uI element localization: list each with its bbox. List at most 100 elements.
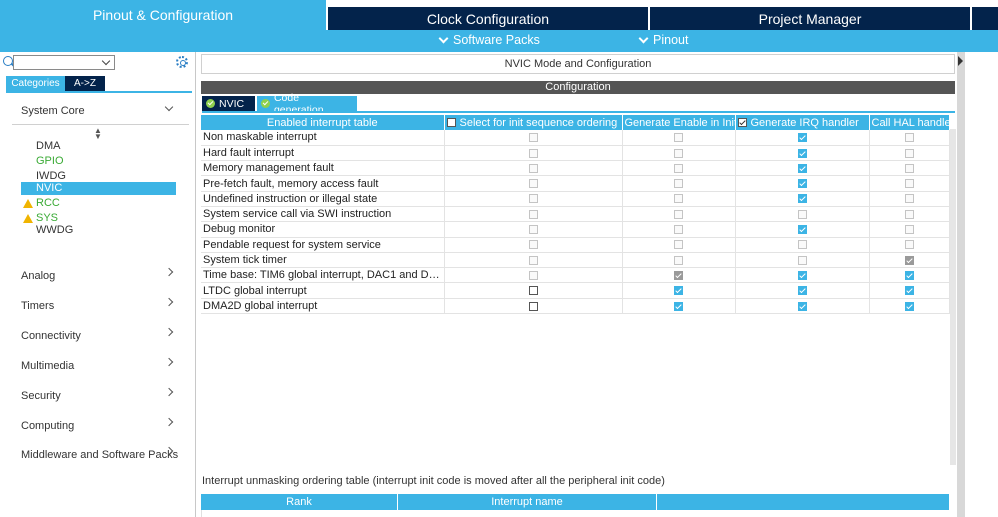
table-cell: [735, 175, 870, 192]
sort-icon[interactable]: ▲ ▼: [94, 127, 102, 141]
tab-extra[interactable]: [972, 7, 998, 30]
peripheral-item-dma[interactable]: DMA: [21, 140, 176, 153]
category-computing[interactable]: Computing: [21, 420, 74, 432]
table-cell: [735, 130, 870, 146]
table-row[interactable]: DMA2D global interrupt: [201, 298, 950, 315]
search-icon[interactable]: [3, 56, 13, 66]
interrupt-name: DMA2D global interrupt: [201, 298, 445, 315]
col-generate-enable[interactable]: Generate Enable in Init: [622, 115, 736, 130]
category-timers[interactable]: Timers: [21, 300, 54, 312]
generate-irq-checkbox[interactable]: [797, 270, 807, 280]
tab-nvic[interactable]: NVIC: [202, 96, 255, 111]
tab-project-manager[interactable]: Project Manager: [650, 7, 970, 30]
generate-irq-checkbox[interactable]: [797, 163, 807, 173]
col-rank[interactable]: Rank: [201, 494, 398, 510]
generate-irq-checkbox[interactable]: [797, 301, 807, 311]
chevron-down-icon[interactable]: [101, 57, 112, 68]
table-row[interactable]: Pre-fetch fault, memory access fault: [201, 175, 950, 192]
generate-irq-checkbox[interactable]: [797, 286, 807, 296]
table-cell: [444, 206, 623, 223]
table-row[interactable]: Pendable request for system service: [201, 237, 950, 253]
table-row[interactable]: Hard fault interrupt: [201, 145, 950, 162]
category-connectivity[interactable]: Connectivity: [21, 330, 81, 342]
chevron-right-icon[interactable]: [164, 297, 174, 307]
chevron-right-icon[interactable]: [164, 387, 174, 397]
table-cell: [869, 191, 950, 207]
vertical-scrollbar[interactable]: [950, 129, 956, 465]
peripheral-item-wwdg[interactable]: WWDG: [21, 224, 176, 237]
table-row[interactable]: Time base: TIM6 global interrupt, DAC1 a…: [201, 267, 950, 284]
config-tabs: NVIC Code generation: [202, 92, 357, 116]
collapse-arrow-icon[interactable]: [958, 56, 963, 66]
generate-enable-checkbox: [674, 148, 683, 158]
call-hal-checkbox[interactable]: [904, 286, 914, 296]
category-tabs: Categories A->Z: [6, 76, 105, 91]
tab-clock-configuration[interactable]: Clock Configuration: [328, 7, 648, 30]
peripheral-label: IWDG: [36, 170, 66, 182]
category-security[interactable]: Security: [21, 390, 61, 402]
chevron-right-icon[interactable]: [164, 357, 174, 367]
table-row[interactable]: System service call via SWI instruction: [201, 206, 950, 223]
chevron-down-icon[interactable]: [164, 102, 174, 112]
tab-pinout-configuration[interactable]: Pinout & Configuration: [0, 0, 326, 30]
gear-icon[interactable]: [176, 56, 188, 68]
table-cell: [869, 298, 950, 315]
table-row[interactable]: Undefined instruction or illegal state: [201, 191, 950, 207]
select-init-checkbox[interactable]: [528, 301, 538, 311]
call-hal-checkbox: [904, 179, 914, 189]
category-system-core[interactable]: System Core: [21, 105, 85, 117]
col-select-init-order[interactable]: Select for init sequence ordering: [444, 115, 623, 130]
category-middleware-and-software-packs[interactable]: Middleware and Software Packs: [21, 449, 178, 461]
peripheral-item-rcc[interactable]: RCC: [21, 197, 176, 210]
warning-icon: [23, 214, 33, 223]
table-cell: [735, 252, 870, 269]
table-row[interactable]: Non maskable interrupt: [201, 130, 950, 146]
generate-irq-checkbox[interactable]: [797, 194, 807, 204]
generate-enable-checkbox[interactable]: [674, 286, 683, 296]
col-call-hal[interactable]: Call HAL handler: [869, 115, 950, 130]
generate-irq-checkbox[interactable]: [797, 225, 807, 235]
generate-irq-all-checkbox[interactable]: [737, 117, 747, 127]
pinout-menu[interactable]: Pinout: [638, 33, 689, 47]
table-row[interactable]: Memory management fault: [201, 160, 950, 177]
generate-irq-checkbox[interactable]: [797, 179, 807, 189]
table-cell: [869, 206, 950, 223]
col-select-init-label: Select for init sequence ordering: [459, 116, 618, 129]
generate-enable-checkbox: [674, 225, 683, 235]
col-interrupt-name[interactable]: Interrupt name: [398, 494, 657, 510]
pinout-menu-label: Pinout: [653, 33, 689, 47]
table-row[interactable]: System tick timer: [201, 252, 950, 269]
interrupt-name: System tick timer: [201, 252, 445, 269]
tab-categories[interactable]: Categories: [6, 76, 65, 91]
chevron-right-icon[interactable]: [164, 267, 174, 277]
tab-code-generation[interactable]: Code generation: [257, 92, 357, 116]
table-cell: [869, 160, 950, 177]
col-enabled-interrupt[interactable]: Enabled interrupt table: [201, 115, 445, 130]
table-cell: [622, 237, 736, 253]
category-multimedia[interactable]: Multimedia: [21, 360, 74, 372]
side-collapse-bar[interactable]: [957, 52, 965, 517]
select-init-checkbox[interactable]: [528, 286, 538, 296]
generate-irq-checkbox[interactable]: [797, 132, 807, 142]
table-cell: [869, 145, 950, 162]
search-input[interactable]: [13, 55, 115, 70]
col-generate-irq[interactable]: Generate IRQ handler: [735, 115, 870, 130]
chevron-right-icon[interactable]: [164, 417, 174, 427]
call-hal-checkbox[interactable]: [904, 301, 914, 311]
table-row[interactable]: LTDC global interrupt: [201, 282, 950, 299]
peripheral-item-gpio[interactable]: GPIO: [21, 155, 176, 168]
generate-enable-checkbox[interactable]: [674, 301, 683, 311]
peripheral-label: SYS: [36, 212, 59, 224]
table-cell: [622, 130, 736, 146]
interrupt-name: LTDC global interrupt: [201, 282, 445, 299]
select-all-checkbox[interactable]: [446, 117, 456, 127]
tab-a-to-z[interactable]: A->Z: [65, 76, 105, 91]
peripheral-item-nvic[interactable]: NVIC: [21, 182, 176, 195]
software-packs-menu[interactable]: Software Packs: [438, 33, 540, 47]
category-analog[interactable]: Analog: [21, 270, 55, 282]
generate-irq-checkbox[interactable]: [797, 148, 807, 158]
select-init-checkbox: [528, 148, 538, 158]
chevron-right-icon[interactable]: [164, 327, 174, 337]
call-hal-checkbox[interactable]: [904, 270, 914, 280]
table-row[interactable]: Debug monitor: [201, 221, 950, 238]
